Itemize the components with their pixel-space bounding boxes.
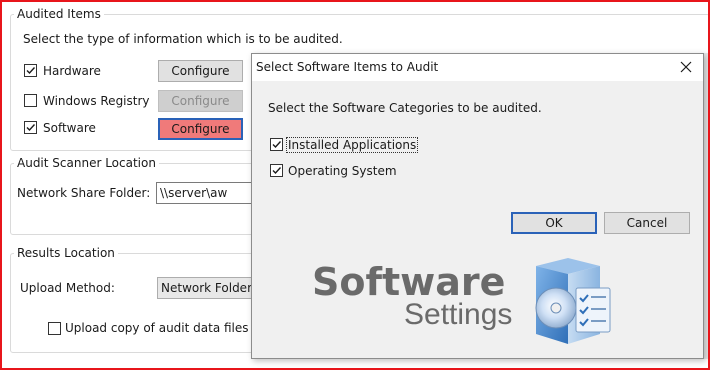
operating-system-checkbox[interactable] — [270, 164, 283, 177]
network-share-input[interactable]: \\server\aw — [156, 182, 266, 204]
checkmark-icon — [272, 167, 282, 175]
upload-copy-checkbox[interactable] — [48, 322, 61, 335]
dialog-titlebar: Select Software Items to Audit — [252, 54, 703, 81]
software-label: Software — [43, 121, 96, 135]
installed-applications-label[interactable]: Installed Applications — [286, 137, 419, 153]
windows-registry-checkbox[interactable] — [24, 94, 37, 107]
upload-copy-label: Upload copy of audit data files — [65, 321, 249, 335]
cancel-button[interactable]: Cancel — [604, 212, 690, 234]
checkmark-icon — [26, 67, 36, 75]
installed-applications-checkbox[interactable] — [270, 138, 283, 151]
network-share-label: Network Share Folder: — [17, 186, 151, 200]
software-box-icon — [535, 258, 611, 344]
audited-items-instruction: Select the type of information which is … — [23, 32, 343, 46]
ok-button[interactable]: OK — [511, 212, 597, 234]
scanner-location-legend: Audit Scanner Location — [14, 156, 159, 170]
scrollbar[interactable] — [704, 53, 710, 359]
software-items-dialog: Select Software Items to Audit Select th… — [251, 53, 704, 359]
hardware-checkbox[interactable] — [24, 64, 37, 77]
close-icon[interactable] — [679, 60, 693, 74]
logo-title: Software — [312, 260, 506, 304]
checkmark-icon — [272, 141, 282, 149]
hardware-label: Hardware — [43, 64, 101, 78]
operating-system-label: Operating System — [288, 164, 397, 178]
results-location-legend: Results Location — [14, 246, 118, 260]
dialog-title: Select Software Items to Audit — [256, 60, 439, 74]
hardware-configure-button[interactable]: Configure — [158, 60, 243, 82]
upload-method-label: Upload Method: — [20, 281, 115, 295]
windows-registry-label: Windows Registry — [43, 94, 150, 108]
windows-registry-configure-button: Configure — [158, 90, 243, 112]
logo-subtitle: Settings — [404, 298, 513, 331]
software-configure-button[interactable]: Configure — [158, 118, 243, 140]
dialog-instruction: Select the Software Categories to be aud… — [268, 101, 542, 115]
checkmark-icon — [26, 124, 36, 132]
audited-items-legend: Audited Items — [14, 7, 104, 21]
software-checkbox[interactable] — [24, 121, 37, 134]
